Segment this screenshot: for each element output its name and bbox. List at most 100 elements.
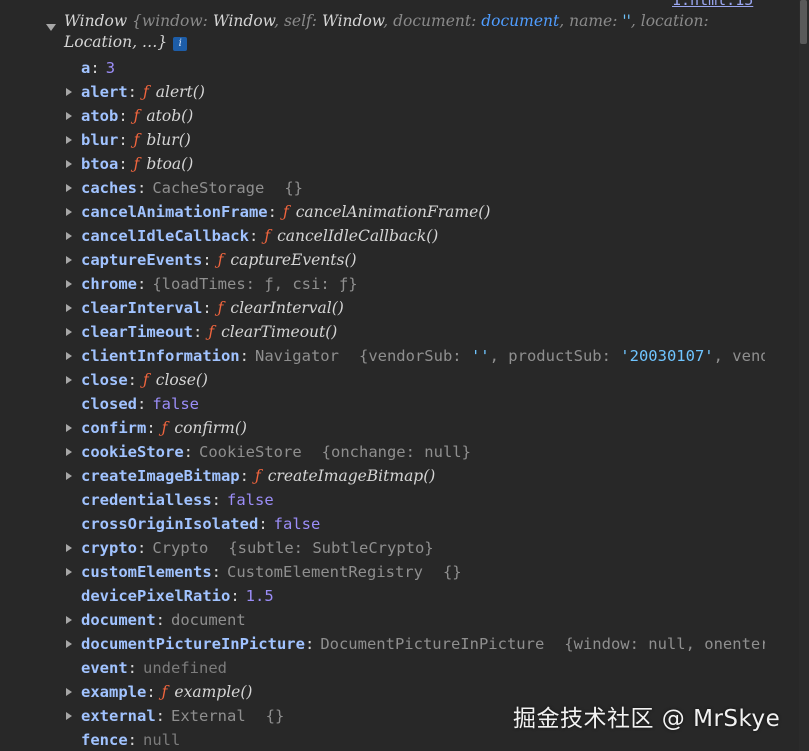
scrollbar[interactable] xyxy=(799,0,809,751)
property-row-credentialless: credentialless: false xyxy=(0,488,765,512)
watermark: 掘金技术社区 @ MrSkye xyxy=(513,706,781,732)
expand-arrow-icon[interactable] xyxy=(66,88,72,96)
expand-arrow-icon[interactable] xyxy=(66,256,72,264)
number-value: 3 xyxy=(105,59,116,77)
expand-arrow-icon[interactable] xyxy=(66,112,72,120)
object-preview: {vendorSub: '', productSub: '20030107', … xyxy=(359,347,765,365)
info-icon[interactable]: i xyxy=(173,37,188,51)
function-icon: ƒ xyxy=(208,323,215,341)
expand-arrow-icon[interactable] xyxy=(66,640,72,648)
function-signature: btoa() xyxy=(146,155,194,173)
boolean-value: false xyxy=(152,395,200,413)
property-row-alert[interactable]: alert: ƒ alert() xyxy=(0,80,765,104)
property-content: cookieStore: CookieStore {onchange: null} xyxy=(81,440,471,464)
property-row-crypto[interactable]: crypto: Crypto {subtle: SubtleCrypto} xyxy=(0,536,765,560)
expand-arrow-icon[interactable] xyxy=(66,688,72,696)
property-content: captureEvents: ƒ captureEvents() xyxy=(81,248,357,272)
property-content: confirm: ƒ confirm() xyxy=(81,416,247,440)
object-title: Window xyxy=(64,12,128,30)
expand-arrow-icon[interactable] xyxy=(66,376,72,384)
expand-arrow-icon[interactable] xyxy=(66,544,72,552)
property-row-customElements[interactable]: customElements: CustomElementRegistry {} xyxy=(0,560,765,584)
expand-arrow-icon[interactable] xyxy=(66,352,72,360)
expand-arrow-icon[interactable] xyxy=(66,328,72,336)
object-preview: {onchange: null} xyxy=(322,443,471,461)
colon: : xyxy=(248,227,259,245)
source-link[interactable]: 1.html:15 xyxy=(672,0,753,9)
expand-arrow-icon[interactable] xyxy=(66,136,72,144)
colon: : xyxy=(137,179,147,197)
property-key: alert xyxy=(81,83,128,101)
property-row-btoa[interactable]: btoa: ƒ btoa() xyxy=(0,152,765,176)
property-row-cancelIdleCallback[interactable]: cancelIdleCallback: ƒ cancelIdleCallback() xyxy=(0,224,765,248)
colon: : xyxy=(127,659,138,677)
colon: : xyxy=(90,59,100,77)
property-key: confirm xyxy=(81,419,147,437)
property-row-clearTimeout[interactable]: clearTimeout: ƒ clearTimeout() xyxy=(0,320,765,344)
function-icon: ƒ xyxy=(133,155,140,173)
property-row-close[interactable]: close: ƒ close() xyxy=(0,368,765,392)
function-icon: ƒ xyxy=(143,83,149,101)
function-icon: ƒ xyxy=(264,227,271,245)
expand-arrow-icon[interactable] xyxy=(66,616,72,624)
colon: : xyxy=(146,419,156,437)
property-row-cookieStore[interactable]: cookieStore: CookieStore {onchange: null} xyxy=(0,440,765,464)
property-row-cancelAnimationFrame[interactable]: cancelAnimationFrame: ƒ cancelAnimationFra… xyxy=(0,200,765,224)
expand-arrow-icon[interactable] xyxy=(66,304,72,312)
expand-arrow-icon[interactable] xyxy=(66,712,72,720)
property-content: atob: ƒ atob() xyxy=(81,104,193,128)
function-icon: ƒ xyxy=(133,107,140,125)
property-row-chrome[interactable]: chrome: {loadTimes: ƒ, csi: ƒ} xyxy=(0,272,765,296)
expand-arrow-icon[interactable] xyxy=(66,448,72,456)
preview-text: {} xyxy=(265,707,285,725)
property-row-blur[interactable]: blur: ƒ blur() xyxy=(0,128,765,152)
undefined-value: undefined xyxy=(143,659,228,677)
expand-arrow-icon[interactable] xyxy=(66,232,72,240)
property-key: clearTimeout xyxy=(81,323,193,341)
property-row-confirm[interactable]: confirm: ƒ confirm() xyxy=(0,416,765,440)
preview-key: self: xyxy=(283,12,322,30)
scrollbar-thumb[interactable] xyxy=(800,0,807,44)
colon: : xyxy=(118,155,128,173)
property-content: clearInterval: ƒ clearInterval() xyxy=(81,296,344,320)
expand-arrow-icon[interactable] xyxy=(66,184,72,192)
expand-arrow-icon[interactable] xyxy=(66,160,72,168)
property-key: cancelAnimationFrame xyxy=(81,203,268,221)
property-row-captureEvents[interactable]: captureEvents: ƒ captureEvents() xyxy=(0,248,765,272)
property-content: document: document xyxy=(81,608,246,632)
expand-arrow-icon[interactable] xyxy=(66,568,72,576)
function-signature: confirm() xyxy=(174,419,247,437)
expand-arrow-icon[interactable] xyxy=(66,208,72,216)
function-icon: ƒ xyxy=(282,203,289,221)
property-key: document xyxy=(81,611,156,629)
preview-key: window: xyxy=(141,12,213,30)
preview-key: document: xyxy=(393,12,482,30)
object-type: Navigator xyxy=(254,347,339,365)
collapse-arrow-icon[interactable] xyxy=(46,24,56,31)
expand-arrow-icon[interactable] xyxy=(66,424,72,432)
colon: : xyxy=(239,347,249,365)
property-content: event: undefined xyxy=(81,656,227,680)
property-row-clearInterval[interactable]: clearInterval: ƒ clearInterval() xyxy=(0,296,765,320)
window-object-header[interactable]: Window {window: Window, self: Window, do… xyxy=(64,11,764,53)
property-content: credentialless: false xyxy=(81,488,274,512)
separator: , xyxy=(274,12,284,30)
expand-arrow-icon[interactable] xyxy=(66,472,72,480)
property-row-event: event: undefined xyxy=(0,656,765,680)
colon: : xyxy=(304,635,315,653)
ellipsis: , …} xyxy=(132,33,168,51)
property-row-document[interactable]: document: document xyxy=(0,608,765,632)
property-row-clientInformation[interactable]: clientInformation: Navigator {vendorSub: '… xyxy=(0,344,765,368)
number-value: 1.5 xyxy=(245,587,274,605)
expand-arrow-icon[interactable] xyxy=(66,280,72,288)
property-key: atob xyxy=(81,107,119,125)
object-type: Crypto xyxy=(152,539,209,557)
property-row-documentPictureInPicture[interactable]: documentPictureInPicture: DocumentPicture… xyxy=(0,632,765,656)
property-row-atob[interactable]: atob: ƒ atob() xyxy=(0,104,765,128)
property-key: example xyxy=(81,683,147,701)
function-icon: ƒ xyxy=(161,683,168,701)
function-signature: blur() xyxy=(146,131,191,149)
object-type: CustomElementRegistry xyxy=(227,563,423,581)
property-row-createImageBitmap[interactable]: createImageBitmap: ƒ createImageBitmap() xyxy=(0,464,765,488)
property-row-caches[interactable]: caches: CacheStorage {} xyxy=(0,176,765,200)
